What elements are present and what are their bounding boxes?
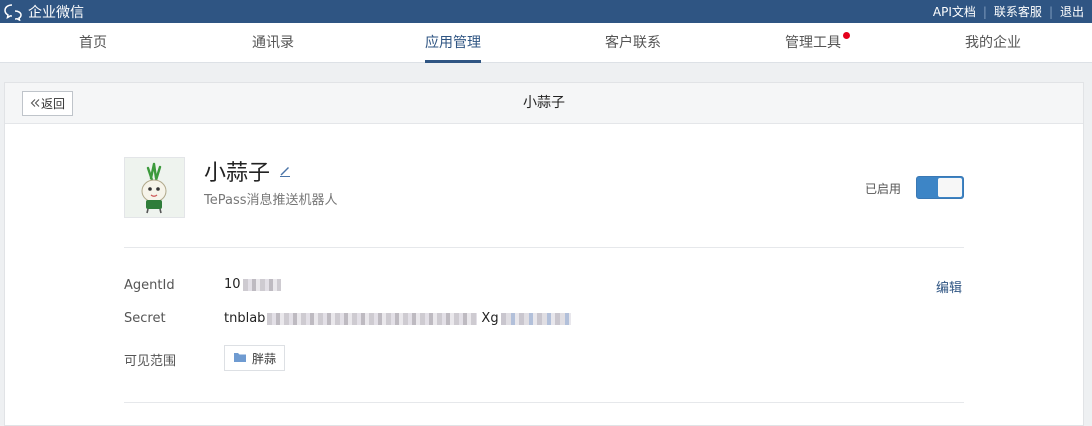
- secret-mid: Xg: [481, 311, 499, 326]
- link-separator: |: [1048, 4, 1053, 19]
- logout-link[interactable]: 退出: [1060, 3, 1084, 20]
- nav-item-label: 应用管理: [425, 35, 481, 51]
- agentid-value: 10: [224, 277, 281, 292]
- pencil-icon[interactable]: [278, 159, 292, 184]
- toggle-knob: [938, 178, 962, 197]
- app-name-text: 小蒜子: [204, 161, 271, 186]
- nav-item-my-company[interactable]: 我的企业: [933, 23, 1053, 63]
- chat-bubbles-icon: [4, 3, 24, 21]
- link-separator: |: [982, 4, 987, 19]
- redacted-mosaic: [267, 312, 478, 325]
- scope-value: 胖蒜: [252, 351, 277, 366]
- brand[interactable]: 企业微信: [4, 0, 84, 23]
- divider: [124, 402, 964, 403]
- agentid-text: 10: [224, 277, 241, 292]
- app-logo: [124, 157, 185, 218]
- app-detail-panel: 返回 小蒜子 小蒜子 TePass消息推送机器人 已启用 AgentId 10: [4, 82, 1084, 426]
- panel-title: 小蒜子: [523, 95, 565, 111]
- secret-prefix: tnblab: [224, 311, 266, 326]
- enabled-label: 已启用: [865, 182, 902, 196]
- top-links: API文档 | 联系客服 | 退出: [933, 0, 1084, 23]
- nav-item-home[interactable]: 首页: [33, 23, 153, 63]
- panel-header: 返回 小蒜子: [5, 83, 1083, 124]
- divider: [124, 247, 964, 248]
- top-bar: 企业微信 API文档 | 联系客服 | 退出: [0, 0, 1092, 23]
- scope-tag[interactable]: 胖蒜: [224, 345, 286, 371]
- redacted-mosaic: [242, 278, 281, 291]
- nav-item-admin-tools[interactable]: 管理工具: [753, 23, 873, 63]
- nav-item-app-management[interactable]: 应用管理: [393, 23, 513, 63]
- folder-icon: [233, 351, 247, 366]
- nav-item-customer-contact[interactable]: 客户联系: [573, 23, 693, 63]
- nav-item-contacts[interactable]: 通讯录: [213, 23, 333, 63]
- secret-value: tnblab Xg: [224, 311, 571, 326]
- api-docs-link[interactable]: API文档: [933, 3, 976, 20]
- edit-link[interactable]: 编辑: [936, 277, 962, 296]
- main-nav: 首页 通讯录 应用管理 客户联系 管理工具 我的企业: [0, 23, 1092, 63]
- redacted-mosaic: [500, 312, 571, 325]
- app-description: TePass消息推送机器人: [204, 193, 338, 208]
- brand-name: 企业微信: [28, 4, 84, 21]
- agentid-label: AgentId: [124, 278, 175, 293]
- notification-dot: [843, 32, 850, 39]
- contact-support-link[interactable]: 联系客服: [994, 3, 1042, 20]
- app-name: 小蒜子: [204, 155, 292, 187]
- nav-item-label: 管理工具: [785, 35, 841, 51]
- scope-label: 可见范围: [124, 354, 177, 369]
- enable-toggle[interactable]: [916, 176, 964, 199]
- secret-label: Secret: [124, 311, 166, 326]
